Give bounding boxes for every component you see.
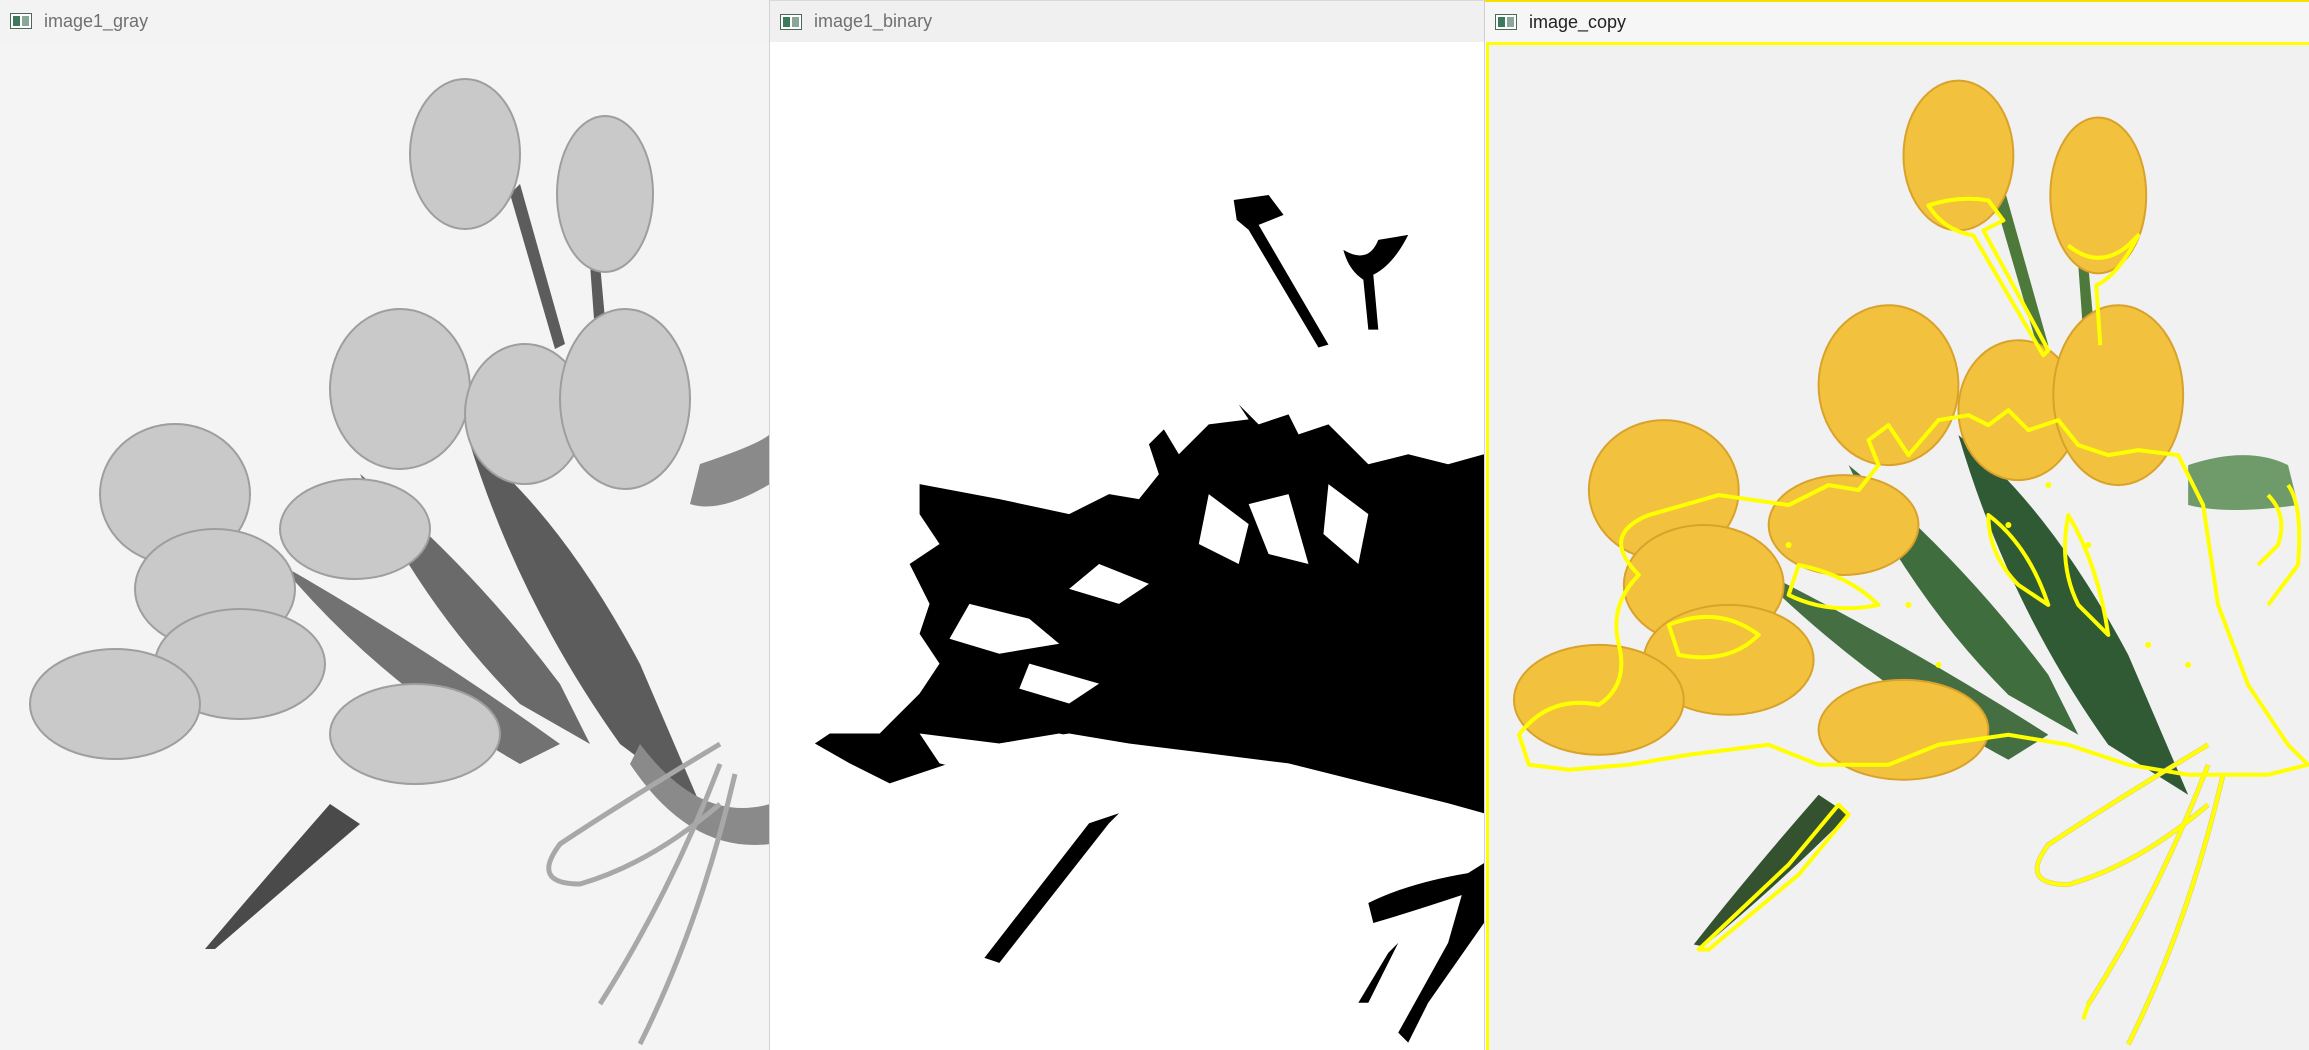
contour-tulip-image — [1489, 45, 2309, 1050]
window-image1-gray[interactable]: image1_gray — [0, 0, 770, 1050]
window-title: image_copy — [1529, 11, 1627, 32]
opencv-window-icon — [1495, 14, 1517, 30]
grayscale-tulip-image — [0, 44, 770, 1050]
gray-image-view — [0, 44, 770, 1050]
titlebar[interactable]: image1_binary — [770, 0, 1484, 42]
window-image1-binary[interactable]: image1_binary — [769, 0, 1485, 1050]
binary-image-view — [770, 44, 1484, 1050]
window-title: image1_gray — [44, 10, 149, 31]
titlebar[interactable]: image1_gray — [0, 0, 770, 42]
window-image-copy[interactable]: image_copy — [1485, 0, 2309, 1050]
binary-tulip-image — [770, 45, 1484, 1049]
contour-image-view — [1486, 42, 2309, 1050]
window-title: image1_binary — [814, 11, 933, 31]
opencv-window-icon — [780, 13, 802, 30]
opencv-window-icon — [10, 13, 32, 29]
titlebar[interactable]: image_copy — [1485, 0, 2309, 42]
